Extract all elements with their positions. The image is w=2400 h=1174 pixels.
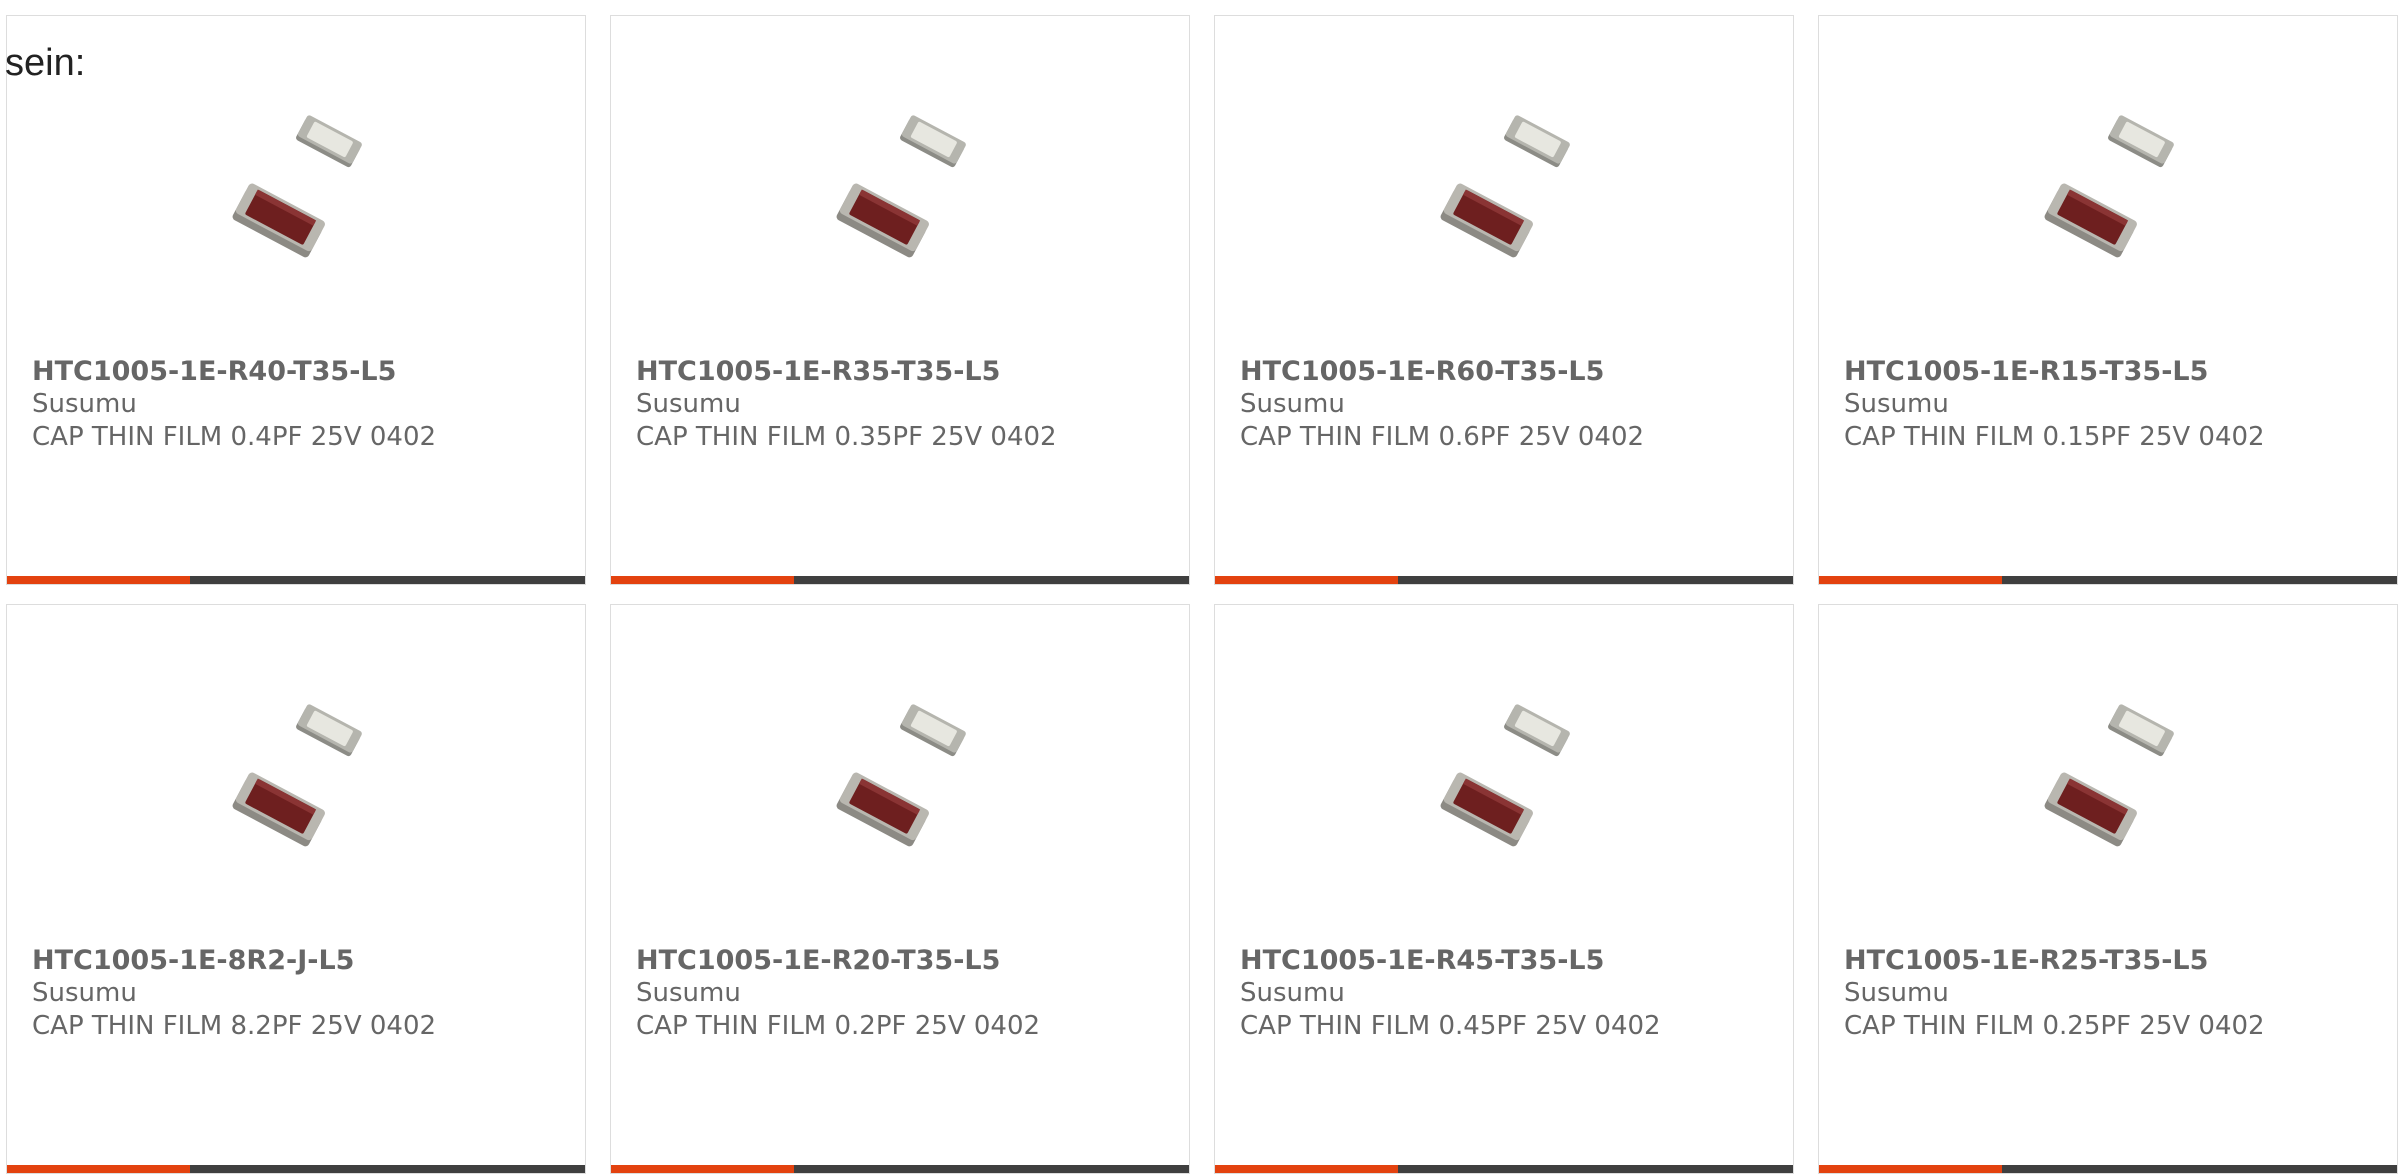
card-accent-bar [1215, 576, 1793, 584]
manufacturer: Susumu [1844, 978, 1949, 1008]
card-accent-bar [1819, 1165, 2397, 1173]
capacitor-chip-image [836, 115, 966, 258]
card-accent-bar [611, 576, 1189, 584]
product-info: HTC1005-1E-R45-T35-L5 Susumu CAP THIN FI… [1240, 944, 1783, 1043]
card-accent-bar [7, 1165, 585, 1173]
product-card[interactable]: HTC1005-1E-R25-T35-L5 Susumu CAP THIN FI… [1818, 604, 2398, 1174]
product-description: CAP THIN FILM 8.2PF 25V 0402 [32, 1011, 437, 1041]
product-card[interactable]: HTC1005-1E-R15-T35-L5 Susumu CAP THIN FI… [1818, 15, 2398, 585]
intro-text: sein: [5, 42, 86, 84]
product-card[interactable]: HTC1005-1E-R60-T35-L5 Susumu CAP THIN FI… [1214, 15, 1794, 585]
product-card[interactable]: HTC1005-1E-8R2-J-L5 Susumu CAP THIN FILM… [6, 604, 586, 1174]
capacitor-chip-image [1440, 115, 1570, 258]
product-card[interactable]: HTC1005-1E-R40-T35-L5 Susumu CAP THIN FI… [6, 15, 586, 585]
product-info: HTC1005-1E-R15-T35-L5 Susumu CAP THIN FI… [1844, 355, 2387, 454]
product-card[interactable]: HTC1005-1E-R20-T35-L5 Susumu CAP THIN FI… [610, 604, 1190, 1174]
capacitor-chip-image [2044, 115, 2174, 258]
product-info: HTC1005-1E-R60-T35-L5 Susumu CAP THIN FI… [1240, 355, 1783, 454]
part-number[interactable]: HTC1005-1E-R60-T35-L5 [1240, 355, 1783, 388]
part-number[interactable]: HTC1005-1E-R40-T35-L5 [32, 355, 575, 388]
capacitor-chip-image [1440, 704, 1570, 847]
part-number[interactable]: HTC1005-1E-R15-T35-L5 [1844, 355, 2387, 388]
manufacturer: Susumu [1844, 389, 1949, 419]
product-description: CAP THIN FILM 0.2PF 25V 0402 [636, 1011, 1041, 1041]
card-accent-bar [1819, 576, 2397, 584]
part-number[interactable]: HTC1005-1E-R35-T35-L5 [636, 355, 1179, 388]
product-description: CAP THIN FILM 0.35PF 25V 0402 [636, 422, 1057, 452]
manufacturer: Susumu [32, 389, 137, 419]
product-description: CAP THIN FILM 0.45PF 25V 0402 [1240, 1011, 1661, 1041]
card-accent-bar [611, 1165, 1189, 1173]
part-number[interactable]: HTC1005-1E-R20-T35-L5 [636, 944, 1179, 977]
part-number[interactable]: HTC1005-1E-R45-T35-L5 [1240, 944, 1783, 977]
product-info: HTC1005-1E-R25-T35-L5 Susumu CAP THIN FI… [1844, 944, 2387, 1043]
capacitor-chip-image [836, 704, 966, 847]
product-description: CAP THIN FILM 0.25PF 25V 0402 [1844, 1011, 2265, 1041]
product-info: HTC1005-1E-8R2-J-L5 Susumu CAP THIN FILM… [32, 944, 575, 1043]
manufacturer: Susumu [1240, 978, 1345, 1008]
product-grid: HTC1005-1E-R40-T35-L5 Susumu CAP THIN FI… [6, 15, 2398, 1174]
manufacturer: Susumu [636, 978, 741, 1008]
manufacturer: Susumu [32, 978, 137, 1008]
product-description: CAP THIN FILM 0.6PF 25V 0402 [1240, 422, 1645, 452]
manufacturer: Susumu [636, 389, 741, 419]
capacitor-chip-image [232, 115, 362, 258]
product-card[interactable]: HTC1005-1E-R35-T35-L5 Susumu CAP THIN FI… [610, 15, 1190, 585]
manufacturer: Susumu [1240, 389, 1345, 419]
product-info: HTC1005-1E-R20-T35-L5 Susumu CAP THIN FI… [636, 944, 1179, 1043]
product-info: HTC1005-1E-R35-T35-L5 Susumu CAP THIN FI… [636, 355, 1179, 454]
capacitor-chip-image [2044, 704, 2174, 847]
part-number[interactable]: HTC1005-1E-8R2-J-L5 [32, 944, 575, 977]
card-accent-bar [7, 576, 585, 584]
part-number[interactable]: HTC1005-1E-R25-T35-L5 [1844, 944, 2387, 977]
product-description: CAP THIN FILM 0.4PF 25V 0402 [32, 422, 437, 452]
capacitor-chip-image [232, 704, 362, 847]
card-accent-bar [1215, 1165, 1793, 1173]
product-card[interactable]: HTC1005-1E-R45-T35-L5 Susumu CAP THIN FI… [1214, 604, 1794, 1174]
product-info: HTC1005-1E-R40-T35-L5 Susumu CAP THIN FI… [32, 355, 575, 454]
product-description: CAP THIN FILM 0.15PF 25V 0402 [1844, 422, 2265, 452]
